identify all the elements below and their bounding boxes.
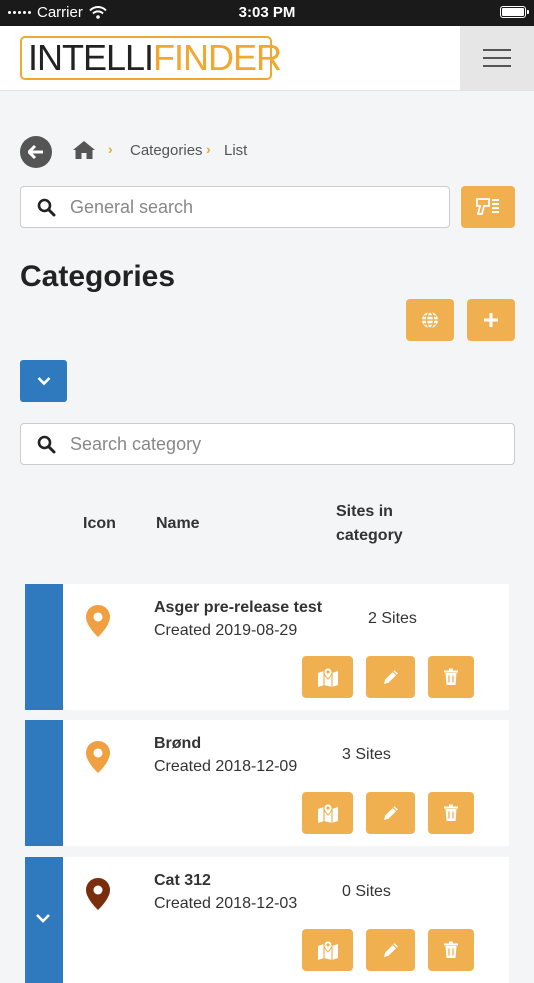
column-header-sites-line2: category [336, 527, 403, 544]
intellifinder-logo[interactable]: INTELLI FINDER [20, 36, 282, 80]
back-arrow-icon [28, 145, 43, 159]
map-icon [317, 940, 338, 960]
column-header-icon: Icon [83, 515, 116, 532]
column-header-name: Name [156, 515, 200, 532]
chevron-down-icon [37, 377, 50, 386]
category-name: Cat 312 [154, 872, 211, 889]
pencil-icon [383, 806, 398, 820]
hamburger-icon [483, 49, 511, 51]
breadcrumb-chevron-icon: › [206, 141, 211, 157]
category-search-field [20, 423, 515, 465]
battery-icon [500, 6, 529, 18]
category-created: Created 2018-12-09 [154, 758, 298, 775]
plus-icon [484, 313, 498, 327]
breadcrumb-list: List [224, 142, 248, 159]
map-view-button[interactable] [406, 299, 454, 341]
general-search-field [20, 186, 450, 228]
category-name: Brønd [154, 735, 202, 752]
chevron-down-icon[interactable] [35, 913, 51, 923]
app-header: INTELLI FINDER [0, 26, 534, 91]
category-name: Asger pre-release test [154, 599, 323, 616]
category-row[interactable]: Asger pre-release test Created 2019-08-2… [25, 584, 509, 710]
barcode-scanner-icon [476, 198, 499, 215]
category-delete-button[interactable] [428, 929, 474, 971]
category-edit-button[interactable] [366, 792, 415, 834]
hamburger-menu-button[interactable] [460, 26, 534, 90]
map-icon [317, 803, 338, 823]
map-pin-icon [85, 877, 111, 916]
map-icon [317, 667, 338, 687]
globe-icon [422, 311, 438, 329]
column-header-sites-line1: Sites in [336, 503, 393, 520]
back-button[interactable] [20, 136, 52, 168]
category-sites-count: 2 Sites [368, 610, 417, 627]
category-sites-count: 0 Sites [342, 883, 391, 900]
breadcrumb-chevron-icon: › [108, 141, 113, 157]
pencil-icon [383, 670, 398, 684]
category-edit-button[interactable] [366, 929, 415, 971]
map-pin-icon [85, 740, 111, 779]
category-created: Created 2019-08-29 [154, 622, 298, 639]
general-search-input[interactable] [70, 196, 449, 218]
category-map-button[interactable] [302, 929, 353, 971]
category-map-button[interactable] [302, 792, 353, 834]
category-row[interactable]: Cat 312 Created 2018-12-03 0 Sites [25, 857, 509, 983]
category-search-input[interactable] [70, 433, 514, 455]
category-sites-count: 3 Sites [342, 746, 391, 763]
add-category-button[interactable] [467, 299, 515, 341]
home-icon[interactable] [72, 140, 96, 165]
expand-filters-button[interactable] [20, 360, 67, 402]
breadcrumb-categories[interactable]: Categories [130, 142, 203, 159]
category-row-bar[interactable] [25, 857, 63, 983]
category-row[interactable]: Brønd Created 2018-12-09 3 Sites [25, 720, 509, 846]
category-created: Created 2018-12-03 [154, 895, 298, 912]
page-title: Categories [20, 260, 176, 293]
category-edit-button[interactable] [366, 656, 415, 698]
status-bar: Carrier 3:03 PM [0, 0, 534, 26]
status-time: 3:03 PM [238, 4, 296, 21]
category-row-bar[interactable] [25, 584, 63, 710]
category-map-button[interactable] [302, 656, 353, 698]
barcode-scan-button[interactable] [461, 186, 515, 228]
search-icon [37, 435, 56, 454]
trash-icon [444, 668, 458, 685]
category-delete-button[interactable] [428, 656, 474, 698]
pencil-icon [383, 943, 398, 957]
trash-icon [444, 941, 458, 958]
category-delete-button[interactable] [428, 792, 474, 834]
search-icon [37, 198, 56, 217]
trash-icon [444, 804, 458, 821]
map-pin-icon [85, 604, 111, 643]
category-row-bar[interactable] [25, 720, 63, 846]
